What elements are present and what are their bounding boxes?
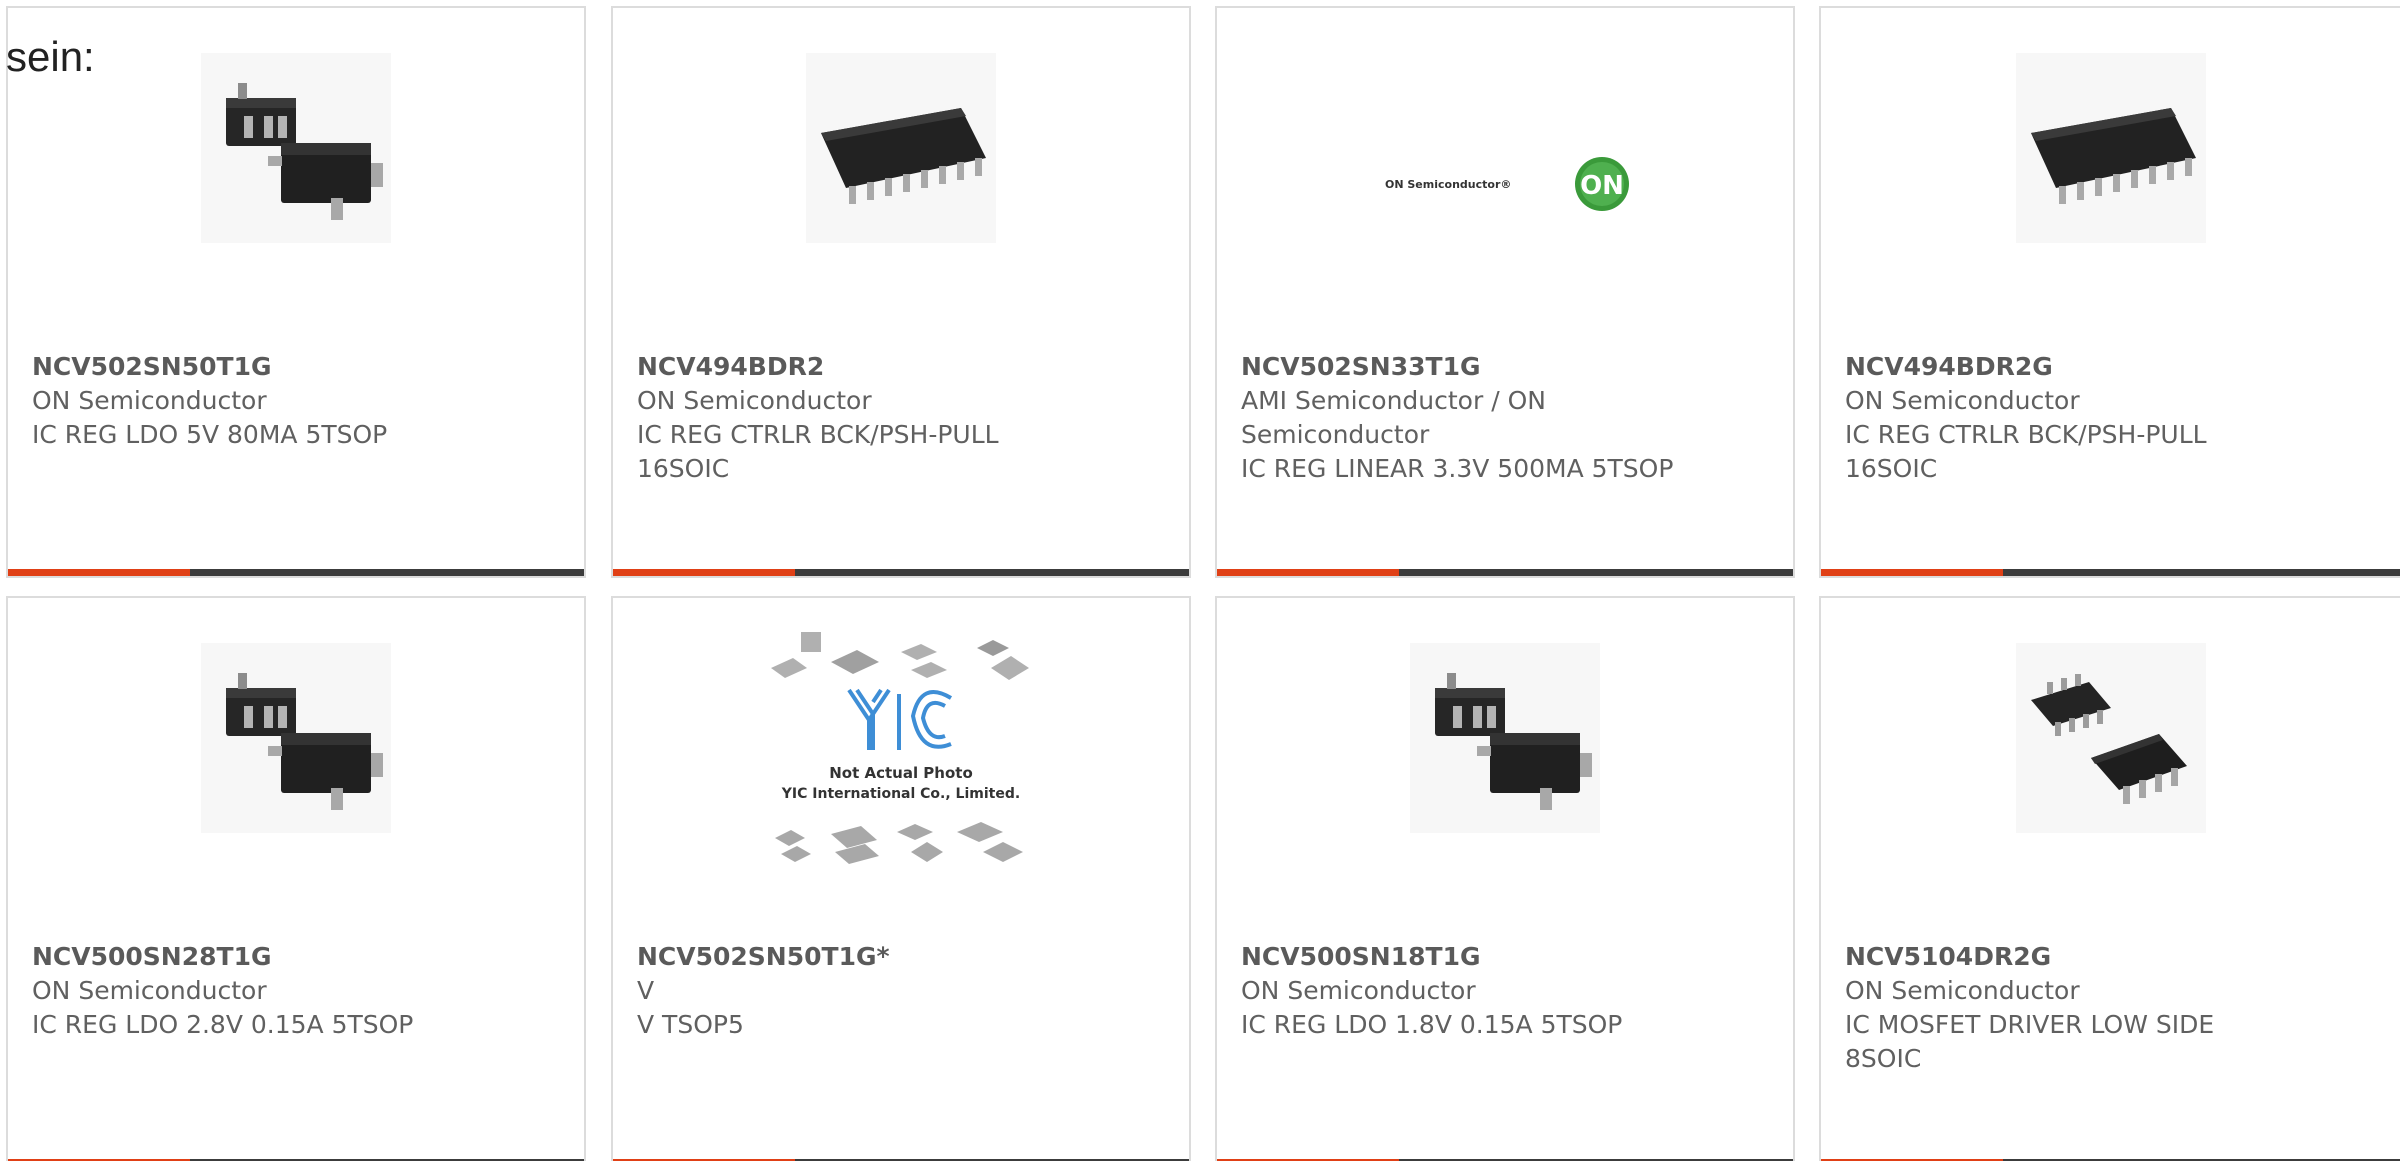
description: IC REG LDO 1.8V 0.15A 5TSOP: [1241, 1010, 1623, 1039]
sot23-5-package-icon: [8, 638, 584, 898]
part-number[interactable]: NCV5104DR2G: [1845, 940, 2285, 974]
logo-badge: ON: [1580, 171, 1624, 201]
card-bar: [1217, 569, 1793, 576]
product-card[interactable]: NCV500SN18T1G ON Semiconductor IC REG LD…: [1215, 596, 1795, 1161]
part-number[interactable]: NCV494BDR2G: [1845, 350, 2285, 384]
manufacturer: ON Semiconductor: [32, 386, 267, 415]
soic8-package-icon: [1821, 638, 2400, 898]
on-semiconductor-logo: ON Semiconductor® ON: [1217, 48, 1793, 308]
manufacturer: ON Semiconductor: [637, 386, 872, 415]
manufacturer: ON Semiconductor: [32, 976, 267, 1005]
lead-text: sein:: [6, 33, 95, 80]
part-number[interactable]: NCV500SN18T1G: [1241, 940, 1681, 974]
sot23-5-package-icon: [8, 48, 584, 308]
card-bar: [613, 569, 1189, 576]
description: IC REG CTRLR BCK/PSH-PULL 16SOIC: [1845, 420, 2207, 483]
manufacturer: ON Semiconductor: [1845, 386, 2080, 415]
description: V TSOP5: [637, 1010, 744, 1039]
manufacturer: ON Semiconductor: [1241, 976, 1476, 1005]
product-card[interactable]: NCV494BDR2G ON Semiconductor IC REG CTRL…: [1819, 6, 2400, 578]
part-number[interactable]: NCV502SN50T1G: [32, 350, 472, 384]
not-actual-photo-placeholder: Not Actual Photo YIC International Co., …: [613, 620, 1189, 880]
product-card[interactable]: NCV5104DR2G ON Semiconductor IC MOSFET D…: [1819, 596, 2400, 1161]
manufacturer: AMI Semiconductor / ON Semiconductor: [1241, 386, 1546, 449]
description: IC MOSFET DRIVER LOW SIDE 8SOIC: [1845, 1010, 2215, 1073]
product-card[interactable]: NCV502SN50T1G ON Semiconductor IC REG LD…: [6, 6, 586, 578]
card-bar: [8, 569, 584, 576]
manufacturer: ON Semiconductor: [1845, 976, 2080, 1005]
card-bar-accent: [1821, 569, 2003, 576]
soic16-package-icon: [613, 48, 1189, 308]
logo-wordmark: ON Semiconductor®: [1385, 178, 1511, 191]
placeholder-line1: Not Actual Photo: [829, 764, 973, 782]
description: IC REG LDO 5V 80MA 5TSOP: [32, 420, 388, 449]
card-bar-accent: [613, 569, 795, 576]
part-number[interactable]: NCV502SN33T1G: [1241, 350, 1681, 384]
part-number[interactable]: NCV502SN50T1G*: [637, 940, 1077, 974]
product-card[interactable]: NCV494BDR2 ON Semiconductor IC REG CTRLR…: [611, 6, 1191, 578]
product-card[interactable]: Not Actual Photo YIC International Co., …: [611, 596, 1191, 1161]
product-card[interactable]: ON Semiconductor® ON NCV502SN33T1G AMI S…: [1215, 6, 1795, 578]
placeholder-line2: YIC International Co., Limited.: [781, 786, 1020, 802]
description: IC REG LINEAR 3.3V 500MA 5TSOP: [1241, 454, 1674, 483]
description: IC REG CTRLR BCK/PSH-PULL 16SOIC: [637, 420, 999, 483]
card-bar: [1821, 569, 2400, 576]
sot23-5-package-icon: [1217, 638, 1793, 898]
soic16-package-icon: [1821, 48, 2400, 308]
manufacturer: V: [637, 976, 655, 1005]
part-number[interactable]: NCV494BDR2: [637, 350, 1077, 384]
product-card[interactable]: NCV500SN28T1G ON Semiconductor IC REG LD…: [6, 596, 586, 1161]
card-bar-accent: [8, 569, 190, 576]
description: IC REG LDO 2.8V 0.15A 5TSOP: [32, 1010, 414, 1039]
part-number[interactable]: NCV500SN28T1G: [32, 940, 472, 974]
card-bar-accent: [1217, 569, 1399, 576]
